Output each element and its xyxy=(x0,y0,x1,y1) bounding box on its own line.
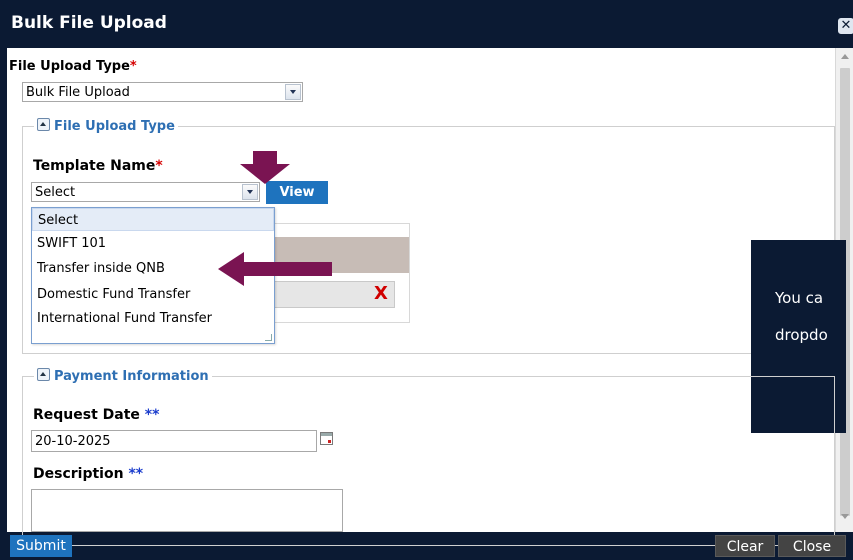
required-mark: * xyxy=(129,59,137,74)
calendar-icon[interactable] xyxy=(320,432,333,445)
chevron-down-icon[interactable] xyxy=(285,84,301,100)
description-label: Description ** xyxy=(33,466,144,482)
request-date-input[interactable]: 20-10-2025 xyxy=(31,430,317,452)
file-upload-legend[interactable]: File Upload Type xyxy=(34,118,178,134)
template-name-select[interactable]: Select xyxy=(31,182,260,202)
dropdown-option[interactable]: International Fund Transfer xyxy=(32,307,274,330)
resize-grip-icon[interactable] xyxy=(265,334,272,341)
clear-button[interactable]: Clear xyxy=(715,535,775,557)
payment-info-legend-text: Payment Information xyxy=(54,369,209,384)
template-name-label: Template Name* xyxy=(33,158,163,174)
payment-info-legend[interactable]: Payment Information xyxy=(34,368,212,384)
collapse-triangle-icon[interactable] xyxy=(37,368,50,381)
upload-type-select[interactable]: Bulk File Upload xyxy=(22,82,303,102)
dialog-titlebar: Bulk File Upload ✕ xyxy=(7,0,853,48)
arrow-down-annotation-icon xyxy=(240,151,290,184)
submit-button[interactable]: Submit xyxy=(10,535,72,557)
required-mark: ** xyxy=(144,407,160,423)
dialog-title: Bulk File Upload xyxy=(11,13,167,33)
close-button[interactable]: Close xyxy=(778,535,846,557)
file-upload-legend-text: File Upload Type xyxy=(54,119,175,134)
scroll-down-arrow-icon[interactable] xyxy=(841,514,849,519)
tooltip-line-1: You ca xyxy=(775,289,824,307)
description-textarea[interactable] xyxy=(31,489,343,532)
close-icon[interactable]: ✕ xyxy=(838,18,853,34)
request-date-label: Request Date ** xyxy=(33,407,160,423)
dropdown-option[interactable]: Select xyxy=(32,208,274,231)
arrow-left-annotation-icon xyxy=(218,252,332,286)
upload-type-label: File Upload Type* xyxy=(9,59,137,74)
request-date-value: 20-10-2025 xyxy=(35,434,111,449)
upload-type-value: Bulk File Upload xyxy=(26,85,130,100)
required-mark: ** xyxy=(128,466,144,482)
chevron-down-icon[interactable] xyxy=(242,184,258,200)
required-mark: * xyxy=(155,158,163,174)
collapse-triangle-icon[interactable] xyxy=(37,118,50,131)
scroll-up-arrow-icon[interactable] xyxy=(841,54,849,59)
template-name-value: Select xyxy=(35,185,76,200)
tooltip-line-2: dropdo xyxy=(775,326,828,344)
remove-x-icon[interactable]: X xyxy=(374,283,388,304)
